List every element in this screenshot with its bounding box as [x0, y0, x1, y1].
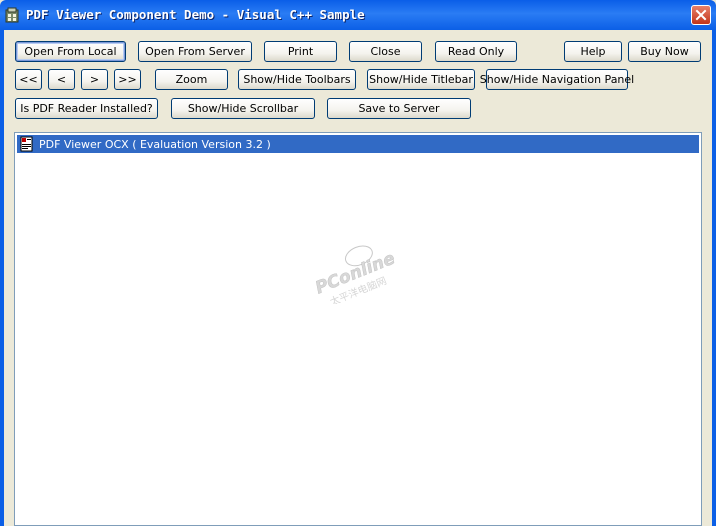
help-button[interactable]: Help: [564, 41, 622, 62]
close-button[interactable]: Close: [349, 41, 422, 62]
show-hide-titlebar-button[interactable]: Show/Hide Titlebar: [367, 69, 475, 90]
is-pdf-reader-installed-button[interactable]: Is PDF Reader Installed?: [15, 98, 158, 119]
previous-page-button[interactable]: <: [48, 69, 75, 90]
window-close-button[interactable]: [691, 5, 711, 25]
open-from-local-button[interactable]: Open From Local: [15, 41, 126, 62]
buy-now-button[interactable]: Buy Now: [628, 41, 701, 62]
zoom-button[interactable]: Zoom: [155, 69, 228, 90]
pdf-viewer-pane[interactable]: PDF Viewer OCX ( Evaluation Version 3.2 …: [14, 132, 702, 526]
show-hide-toolbars-button[interactable]: Show/Hide Toolbars: [238, 69, 356, 90]
pdf-viewer-header[interactable]: PDF Viewer OCX ( Evaluation Version 3.2 …: [17, 135, 699, 153]
pconline-watermark: PConline 太平洋电脑网: [312, 245, 398, 304]
show-hide-scrollbar-button[interactable]: Show/Hide Scrollbar: [171, 98, 315, 119]
last-page-button[interactable]: >>: [114, 69, 141, 90]
window-frame-left: [0, 30, 4, 526]
window-title: PDF Viewer Component Demo - Visual C++ S…: [26, 7, 365, 22]
open-from-server-button[interactable]: Open From Server: [138, 41, 252, 62]
document-icon: [20, 136, 33, 152]
print-button[interactable]: Print: [264, 41, 337, 62]
first-page-button[interactable]: <<: [15, 69, 42, 90]
show-hide-navigation-panel-button[interactable]: Show/Hide Navigation Panel: [480, 69, 634, 90]
save-to-server-button[interactable]: Save to Server: [327, 98, 471, 119]
next-page-button[interactable]: >: [81, 69, 108, 90]
read-only-button[interactable]: Read Only: [435, 41, 517, 62]
pdf-viewer-label: PDF Viewer OCX ( Evaluation Version 3.2 …: [39, 137, 271, 151]
window-frame-right: [712, 30, 716, 526]
app-icon: [5, 7, 19, 23]
close-icon: [695, 9, 707, 21]
title-bar[interactable]: PDF Viewer Component Demo - Visual C++ S…: [0, 0, 716, 30]
